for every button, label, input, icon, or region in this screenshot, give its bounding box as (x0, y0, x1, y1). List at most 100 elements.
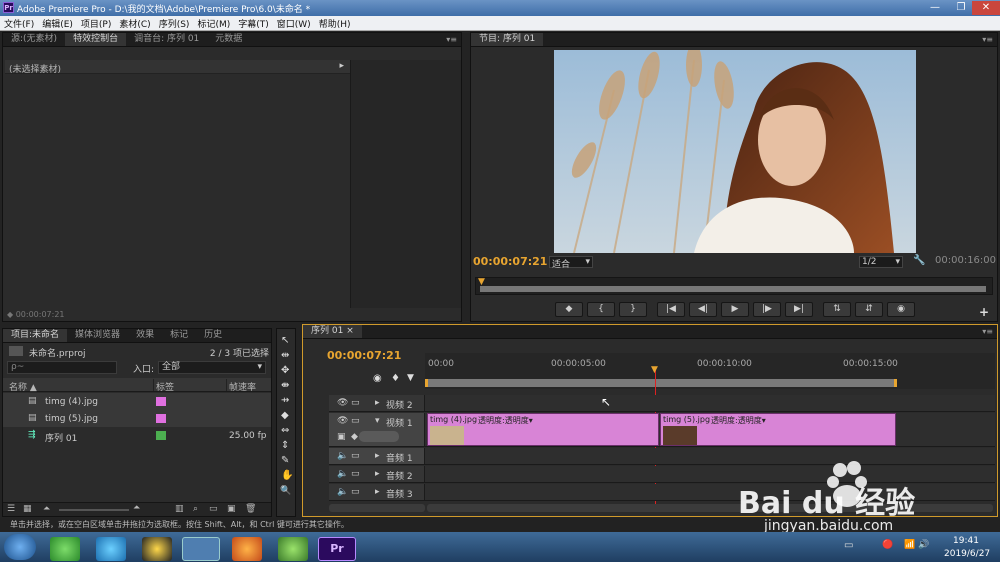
go-to-out-button[interactable]: ▶| (785, 302, 813, 317)
taskbar-premiere-icon[interactable]: Pr (318, 537, 356, 561)
clip-fx[interactable]: 透明度:透明度▾ (478, 415, 533, 426)
speaker-icon[interactable]: 🔈 (337, 487, 348, 497)
time-ruler[interactable]: 00:00 00:00:05:00 00:00:10:00 00:00:15:0… (425, 353, 995, 389)
delete-icon[interactable]: 🗑 (245, 504, 256, 514)
zoom-in-icon[interactable]: ⏶ (133, 503, 140, 513)
display-style-icon[interactable]: ▣ (337, 432, 346, 442)
playhead-marker-icon[interactable]: ▼ (478, 277, 485, 287)
tray-security-icon[interactable]: 🔴 (882, 540, 893, 550)
mark-in-button[interactable]: { (587, 302, 615, 317)
col-name[interactable]: 名称 ▲ (9, 380, 37, 393)
panel-menu-icon[interactable]: ▾≡ (982, 327, 993, 336)
tab-project[interactable]: 项目:未命名 (3, 329, 68, 342)
program-current-timecode[interactable]: 00:00:07:21 (473, 255, 547, 268)
menu-edit[interactable]: 编辑(E) (38, 16, 77, 31)
clock-date[interactable]: 2019/6/27 (944, 549, 990, 559)
panel-menu-icon[interactable]: ▾≡ (446, 35, 457, 44)
close-button[interactable]: ✕ (972, 1, 1000, 15)
expand-icon[interactable]: ▸ (375, 451, 380, 461)
automate-icon[interactable]: ▥ (175, 504, 184, 514)
in-filter-select[interactable]: 全部 ▾ (158, 361, 266, 374)
hand-tool-icon[interactable]: ✋ (281, 470, 293, 481)
snap-icon[interactable]: ◉ (373, 373, 382, 384)
zoom-select[interactable]: 适合 ▾ (549, 256, 593, 270)
menu-project[interactable]: 项目(P) (77, 16, 115, 31)
taskbar-qq-icon[interactable] (142, 537, 172, 561)
maximize-button[interactable]: ❐ (948, 1, 974, 15)
rate-stretch-tool-icon[interactable]: ⇸ (281, 395, 289, 406)
tray-volume-icon[interactable]: 🔊 (918, 540, 929, 550)
extract-button[interactable]: ⇵ (855, 302, 883, 317)
eye-icon[interactable]: 👁 (337, 416, 348, 426)
lift-button[interactable]: ⇅ (823, 302, 851, 317)
zoom-slider[interactable] (59, 509, 129, 511)
rolling-edit-tool-icon[interactable]: ⇼ (281, 380, 289, 391)
menu-marker[interactable]: 标记(M) (193, 16, 234, 31)
tab-effect-controls[interactable]: 特效控制台 (65, 33, 127, 46)
settings-wrench-icon[interactable]: 🔧 (913, 255, 925, 266)
effect-timeline-area[interactable] (350, 60, 461, 308)
play-button[interactable]: ▶ (721, 302, 749, 317)
tab-media-browser[interactable]: 媒体浏览器 (67, 329, 128, 342)
taskbar-firefox-icon[interactable] (232, 537, 262, 561)
keyframe-nav[interactable] (359, 431, 399, 442)
menu-sequence[interactable]: 序列(S) (155, 16, 194, 31)
track-scrollbar[interactable] (329, 504, 425, 512)
taskbar-360-icon[interactable] (50, 537, 80, 561)
search-input[interactable]: ρ~ (7, 361, 117, 374)
start-button[interactable] (4, 534, 36, 560)
tab-audio-mixer[interactable]: 调音台: 序列 01 (126, 33, 207, 46)
pen-tool-icon[interactable]: ✎ (281, 455, 289, 466)
slip-tool-icon[interactable]: ⇔ (281, 425, 289, 436)
tab-program[interactable]: 节目: 序列 01 (471, 33, 544, 46)
find-icon[interactable]: ⌕ (193, 504, 198, 514)
slide-tool-icon[interactable]: ⇕ (281, 440, 289, 451)
expand-icon[interactable]: ▸ (375, 487, 380, 497)
step-back-button[interactable]: ◀| (689, 302, 717, 317)
menu-clip[interactable]: 素材(C) (115, 16, 154, 31)
expand-icon[interactable]: ▸ (375, 398, 380, 408)
step-forward-button[interactable]: |▶ (753, 302, 781, 317)
list-item[interactable]: ▤ timg (4).jpg (3, 393, 271, 410)
taskbar-camtasia-icon[interactable] (278, 537, 308, 561)
tab-metadata[interactable]: 元数据 (207, 33, 250, 46)
lock-icon[interactable]: ▭ (351, 487, 360, 497)
add-marker-icon[interactable]: ▼ (407, 373, 414, 383)
expand-arrow-icon[interactable]: ▸ (339, 61, 344, 71)
list-view-icon[interactable]: ☰ (7, 504, 15, 514)
razor-tool-icon[interactable]: ◆ (281, 410, 289, 421)
zoom-out-icon[interactable]: ⏶ (43, 504, 50, 514)
tab-effects[interactable]: 效果 (128, 329, 162, 342)
clip-timg-4[interactable]: timg (4).jpg 透明度:透明度▾ (427, 413, 659, 446)
resolution-select[interactable]: 1/2 ▾ (859, 256, 903, 268)
lock-icon[interactable]: ▭ (351, 416, 360, 426)
keyframe-icon[interactable]: ◆ (351, 432, 358, 442)
menu-help[interactable]: 帮助(H) (315, 16, 355, 31)
menu-window[interactable]: 窗口(W) (273, 16, 315, 31)
zoom-tool-icon[interactable]: 🔍 (280, 486, 291, 496)
program-scrubber[interactable]: ▼ (475, 277, 993, 295)
new-bin-icon[interactable]: ▭ (209, 504, 218, 514)
go-to-in-button[interactable]: |◀ (657, 302, 685, 317)
tray-keyboard-icon[interactable]: ▭ (844, 540, 853, 551)
ripple-edit-tool-icon[interactable]: ✥ (281, 365, 289, 376)
track-select-tool-icon[interactable]: ⇹ (281, 350, 289, 361)
tab-markers[interactable]: 标记 (162, 329, 196, 342)
marker-icon[interactable]: ♦ (391, 373, 400, 384)
menu-file[interactable]: 文件(F) (0, 16, 38, 31)
clock-time[interactable]: 19:41 (953, 536, 979, 546)
tab-sequence[interactable]: 序列 01 × (303, 325, 362, 338)
menu-title[interactable]: 字幕(T) (234, 16, 273, 31)
new-item-icon[interactable]: ▣ (227, 504, 236, 514)
mark-out-button[interactable]: } (619, 302, 647, 317)
tab-history[interactable]: 历史 (196, 329, 230, 342)
eye-icon[interactable]: 👁 (337, 398, 348, 408)
speaker-icon[interactable]: 🔈 (337, 469, 348, 479)
taskbar-explorer-icon[interactable] (182, 537, 220, 561)
timeline-timecode[interactable]: 00:00:07:21 (327, 349, 401, 362)
taskbar-media-icon[interactable] (96, 537, 126, 561)
minimize-button[interactable]: — (922, 1, 948, 15)
list-item[interactable]: ⇶ 序列 01 25.00 fp (3, 427, 271, 444)
add-marker-button[interactable]: ◆ (555, 302, 583, 317)
list-item[interactable]: ▤ timg (5).jpg (3, 410, 271, 427)
